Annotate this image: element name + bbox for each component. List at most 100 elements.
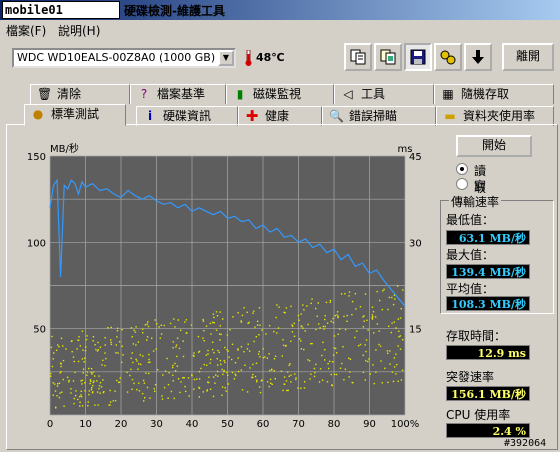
tab-tools[interactable]: ◁ 工具 (334, 84, 434, 104)
access-time-point (86, 371, 89, 373)
menu-help[interactable]: 說明(H) (58, 22, 100, 39)
y-right-unit: ms (398, 144, 413, 155)
access-time-point (135, 344, 137, 346)
access-time-point (92, 384, 94, 387)
access-time-point (283, 344, 285, 347)
access-time-point (54, 383, 56, 385)
tab-file-benchmark[interactable]: ? 檔案基準 (130, 84, 226, 104)
tab-error-scan[interactable]: 🔍 錯誤掃瞄 (322, 106, 436, 126)
access-time-point (237, 357, 239, 359)
access-time-point (365, 339, 368, 341)
access-time-point (206, 364, 208, 366)
access-time-point (265, 333, 267, 335)
access-time-point (99, 392, 101, 394)
x-tick: 40 (186, 419, 199, 430)
access-time-point (109, 401, 112, 403)
access-time-point (212, 376, 215, 378)
access-time-point (107, 327, 109, 329)
access-time-point (52, 382, 54, 384)
access-time-point (322, 341, 324, 343)
access-time-point (274, 378, 276, 380)
access-time-point (91, 387, 93, 389)
tab-health[interactable]: ✚ 健康 (238, 106, 322, 126)
start-button[interactable]: 開始 (456, 135, 532, 157)
access-time-point (319, 327, 321, 329)
access-time-point (93, 380, 95, 382)
access-time-point (50, 375, 52, 377)
access-time-point (131, 336, 133, 338)
access-time-point (276, 304, 278, 306)
access-time-point (50, 372, 52, 375)
access-time-point (399, 335, 401, 337)
access-time-point (138, 382, 140, 384)
access-time-point (59, 362, 62, 364)
access-time-point (219, 339, 221, 341)
access-time-point (372, 364, 374, 366)
tab-folder-usage[interactable]: ▬ 資料夾使用率 (436, 106, 554, 126)
access-time-point (62, 359, 65, 362)
access-time-point (215, 329, 218, 331)
read-radio-dot[interactable] (456, 163, 468, 175)
options-button[interactable] (434, 43, 462, 71)
access-time-point (336, 311, 339, 313)
access-time-point (218, 333, 221, 335)
copy-text-button[interactable] (344, 43, 372, 71)
access-time-point (240, 320, 242, 322)
access-time-point (94, 344, 96, 346)
access-time-point (266, 357, 268, 359)
access-time-point (270, 382, 272, 384)
down-arrow-button[interactable] (464, 43, 492, 71)
access-time-point (80, 380, 82, 382)
access-time-point (92, 381, 94, 384)
access-time-point (258, 307, 261, 309)
max-label: 最大值： (446, 248, 495, 262)
menu-file[interactable]: 檔案(F) (6, 22, 46, 39)
access-time-point (223, 359, 225, 362)
dropdown-arrow-icon[interactable]: ▼ (218, 50, 234, 66)
access-time-point (376, 290, 378, 293)
access-time-point (51, 335, 53, 338)
tab-benchmark[interactable]: ● 標準測試 (24, 104, 126, 126)
access-time-point (81, 405, 84, 407)
access-time-point (72, 380, 75, 382)
access-time-point (384, 367, 386, 369)
access-time-point (274, 355, 277, 357)
access-time-point (336, 314, 338, 316)
access-time-point (329, 360, 331, 363)
access-time-point (273, 330, 275, 333)
access-time-point (114, 399, 117, 402)
write-radio-dot[interactable] (456, 178, 468, 190)
access-time-point (399, 348, 402, 350)
access-time-point (220, 363, 222, 366)
access-time-point (110, 326, 112, 329)
access-time-point (396, 285, 399, 287)
exit-button[interactable]: 離開 (502, 43, 554, 71)
save-button[interactable] (404, 43, 432, 71)
access-time-point (87, 401, 89, 403)
access-time-point (365, 350, 367, 353)
access-time-point (126, 391, 129, 393)
trash-icon: 🗑 (37, 87, 53, 101)
access-time-point (145, 372, 147, 374)
access-time-point (344, 293, 346, 295)
access-time-point (310, 302, 312, 305)
max-value: 139.4 MB/秒 (446, 264, 530, 279)
tab-disk-info[interactable]: i 硬碟資訊 (136, 106, 238, 126)
access-time-point (157, 369, 159, 371)
access-time-point (68, 381, 70, 383)
options-icon (440, 50, 456, 65)
access-time-point (289, 363, 291, 365)
access-time-point (147, 361, 150, 364)
drive-select[interactable]: WDC WD10EALS-00Z8A0 (1000 GB) ▼ (12, 48, 236, 68)
access-time-point (175, 344, 178, 346)
tab-random-access[interactable]: ▦ 隨機存取 (434, 84, 554, 104)
access-time-point (260, 380, 262, 382)
copy-image-button[interactable] (374, 43, 402, 71)
access-time-point (310, 343, 312, 345)
access-time-point (83, 361, 85, 363)
access-time-point (175, 346, 177, 348)
tab-erase[interactable]: 🗑 清除 (30, 84, 130, 104)
access-time-point (57, 344, 59, 346)
access-time-point (376, 323, 379, 325)
tab-disk-monitor[interactable]: ▮ 磁碟監視 (226, 84, 334, 104)
